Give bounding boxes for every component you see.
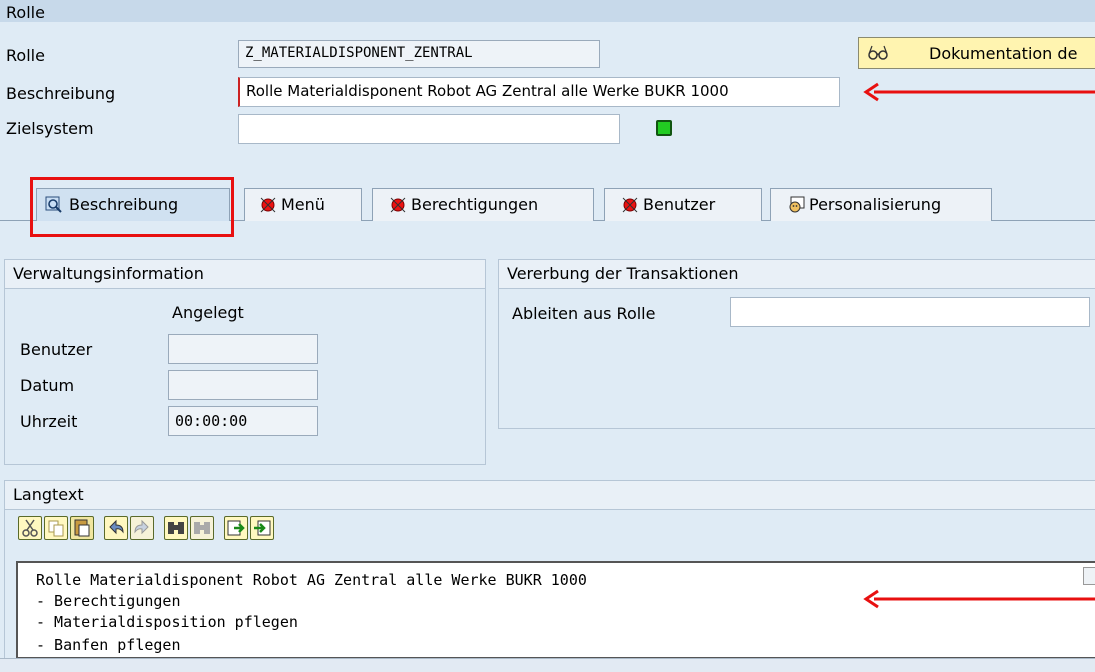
- group-title: Langtext: [13, 485, 84, 504]
- tab-personalisierung-label: Personalisierung: [809, 195, 942, 214]
- red-status-icon: [622, 197, 638, 213]
- rolle-field[interactable]: Z_MATERIALDISPONENT_ZENTRAL: [238, 40, 600, 68]
- beschreibung-label: Beschreibung: [6, 84, 116, 103]
- tab-menue[interactable]: Menü: [244, 188, 362, 221]
- ableiten-field[interactable]: [730, 297, 1090, 327]
- redo-icon[interactable]: [130, 516, 154, 540]
- group-header: Langtext: [5, 481, 1095, 510]
- datum-field[interactable]: [168, 370, 318, 400]
- langtext-editor[interactable]: Rolle Materialdisponent Robot AG Zentral…: [16, 561, 1095, 659]
- import-icon[interactable]: [224, 516, 248, 540]
- cut-icon[interactable]: [18, 516, 42, 540]
- section-header: [0, 0, 1095, 22]
- tab-personalisierung[interactable]: Personalisierung: [770, 188, 992, 221]
- red-status-icon: [260, 197, 276, 213]
- documentation-button[interactable]: Dokumentation de: [858, 37, 1095, 69]
- highlight-box: [30, 177, 234, 237]
- tab-benutzer-label: Benutzer: [643, 195, 716, 214]
- red-status-icon: [390, 197, 406, 213]
- status-strip: [0, 658, 1095, 672]
- rolle-label: Rolle: [6, 46, 45, 65]
- editor-line: - Materialdisposition pflegen: [36, 613, 298, 631]
- export-icon[interactable]: [250, 516, 274, 540]
- editor-line: - Banfen pflegen: [36, 636, 181, 654]
- zielsystem-field[interactable]: [238, 114, 620, 144]
- uhrzeit-field[interactable]: 00:00:00: [168, 406, 318, 436]
- personalization-icon: [789, 196, 805, 213]
- editor-line: - Berechtigungen: [36, 592, 181, 610]
- paste-icon[interactable]: [70, 516, 94, 540]
- tab-menue-label: Menü: [281, 195, 325, 214]
- arrow-annotation-icon: [863, 589, 1095, 609]
- undo-icon[interactable]: [104, 516, 128, 540]
- section-title: Rolle: [6, 3, 45, 22]
- column-header-angelegt: Angelegt: [172, 303, 244, 322]
- find-icon[interactable]: [164, 516, 188, 540]
- group-header: Vererbung der Transaktionen: [499, 260, 1095, 289]
- editor-line: Rolle Materialdisponent Robot AG Zentral…: [36, 571, 587, 589]
- vererbung-group: Vererbung der Transaktionen: [498, 259, 1095, 429]
- status-led-icon: [656, 120, 672, 136]
- glasses-icon: [868, 45, 888, 60]
- group-title: Vererbung der Transaktionen: [507, 264, 739, 283]
- tab-berechtigungen-label: Berechtigungen: [411, 195, 539, 214]
- benutzer-field[interactable]: [168, 334, 318, 364]
- datum-label: Datum: [20, 376, 75, 395]
- beschreibung-field[interactable]: Rolle Materialdisponent Robot AG Zentral…: [238, 77, 840, 107]
- group-header: Verwaltungsinformation: [5, 260, 485, 289]
- copy-icon[interactable]: [44, 516, 68, 540]
- scrollbar-corner[interactable]: [1083, 567, 1095, 585]
- group-title: Verwaltungsinformation: [13, 264, 204, 283]
- tab-berechtigungen[interactable]: Berechtigungen: [372, 188, 594, 221]
- tab-benutzer[interactable]: Benutzer: [604, 188, 762, 221]
- documentation-button-label: Dokumentation de: [929, 44, 1078, 63]
- ableiten-label: Ableiten aus Rolle: [512, 304, 656, 323]
- uhrzeit-label: Uhrzeit: [20, 412, 78, 431]
- zielsystem-label: Zielsystem: [6, 119, 94, 138]
- arrow-annotation-icon: [863, 82, 1095, 102]
- find-next-icon[interactable]: [190, 516, 214, 540]
- benutzer-label: Benutzer: [20, 340, 93, 359]
